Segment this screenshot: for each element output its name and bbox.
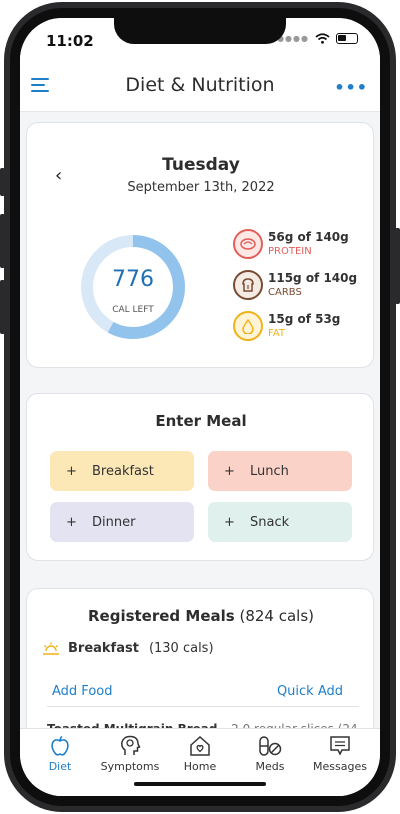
pills-icon — [259, 736, 282, 756]
calories-left-label: CAL LEFT — [112, 305, 154, 315]
add-breakfast-button[interactable]: + Breakfast — [50, 451, 194, 491]
add-dinner-button[interactable]: + Dinner — [50, 502, 194, 542]
app-screen: 11:02 ●●●● Diet & Nutrition ••• ‹ Tuesda… — [20, 18, 380, 796]
add-food-link[interactable]: Add Food — [52, 684, 112, 699]
mute-switch — [0, 168, 5, 196]
nav-bar: Diet & Nutrition ••• — [20, 62, 380, 112]
apple-icon — [51, 735, 69, 756]
add-snack-label: Snack — [250, 514, 290, 530]
breakfast-section-label: Breakfast — [68, 641, 139, 656]
macro-fat: 15g of 53g FAT — [233, 309, 373, 343]
wifi-icon — [315, 33, 330, 44]
battery-icon — [336, 33, 358, 44]
carbs-amount: 115g of 140g — [268, 271, 358, 285]
calories-left-value: 776 — [112, 267, 154, 292]
protein-amount: 56g of 140g — [268, 230, 349, 244]
add-lunch-button[interactable]: + Lunch — [208, 451, 352, 491]
add-snack-button[interactable]: + Snack — [208, 502, 352, 542]
registered-meals-title: Registered Meals (824 cals) — [27, 607, 375, 625]
day-name: Tuesday — [162, 155, 240, 175]
plus-icon: + — [224, 514, 235, 530]
camera-notch — [114, 18, 286, 44]
status-time: 11:02 — [46, 32, 94, 50]
fat-label: FAT — [268, 328, 286, 339]
macro-carbs: 115g of 140g CARBS — [233, 268, 373, 302]
enter-meal-card: Enter Meal + Breakfast + Lunch + Dinner … — [26, 393, 374, 561]
message-icon — [330, 736, 350, 756]
home-indicator[interactable] — [134, 782, 266, 786]
plus-icon: + — [224, 463, 235, 479]
tab-diet[interactable]: Diet — [24, 735, 96, 773]
fat-amount: 15g of 53g — [268, 312, 341, 326]
add-lunch-label: Lunch — [250, 463, 289, 479]
full-date: September 13th, 2022 — [127, 180, 275, 195]
more-options-icon[interactable]: ••• — [334, 78, 368, 97]
tab-symptoms[interactable]: Symptoms — [94, 735, 166, 773]
volume-down-button — [0, 280, 5, 334]
status-icons: ●●●● — [277, 33, 358, 44]
add-breakfast-label: Breakfast — [92, 463, 154, 479]
head-icon — [121, 735, 141, 755]
plus-icon: + — [66, 514, 77, 530]
tab-home-label: Home — [183, 760, 217, 773]
quick-add-link[interactable]: Quick Add — [277, 684, 343, 699]
registered-meals-total: (824 cals) — [239, 607, 314, 625]
plus-icon: + — [66, 463, 77, 479]
divider — [47, 706, 359, 707]
breakfast-section-header: Breakfast (130 cals) — [42, 641, 214, 656]
tab-meds[interactable]: Meds — [234, 735, 306, 773]
daily-summary-card: ‹ Tuesday September 13th, 2022 776 CAL L… — [26, 122, 374, 368]
tab-diet-label: Diet — [48, 760, 72, 773]
steak-icon — [233, 229, 263, 259]
page-title: Diet & Nutrition — [125, 74, 275, 96]
volume-up-button — [0, 214, 5, 268]
add-dinner-label: Dinner — [92, 514, 136, 530]
carbs-label: CARBS — [268, 287, 302, 298]
tab-meds-label: Meds — [255, 760, 285, 773]
protein-label: PROTEIN — [268, 246, 312, 257]
drop-icon — [233, 311, 263, 341]
registered-meals-label: Registered Meals — [87, 607, 235, 625]
power-button — [395, 228, 400, 304]
tab-messages[interactable]: Messages — [304, 735, 376, 773]
breakfast-section-cals: (130 cals) — [148, 641, 214, 656]
enter-meal-title: Enter Meal — [155, 412, 247, 430]
macro-protein: 56g of 140g PROTEIN — [233, 227, 373, 261]
home-icon — [190, 735, 210, 756]
bread-icon — [233, 270, 263, 300]
sunrise-icon — [43, 642, 59, 655]
tab-messages-label: Messages — [313, 760, 367, 773]
tab-home[interactable]: Home — [164, 735, 236, 773]
tab-symptoms-label: Symptoms — [100, 760, 160, 773]
